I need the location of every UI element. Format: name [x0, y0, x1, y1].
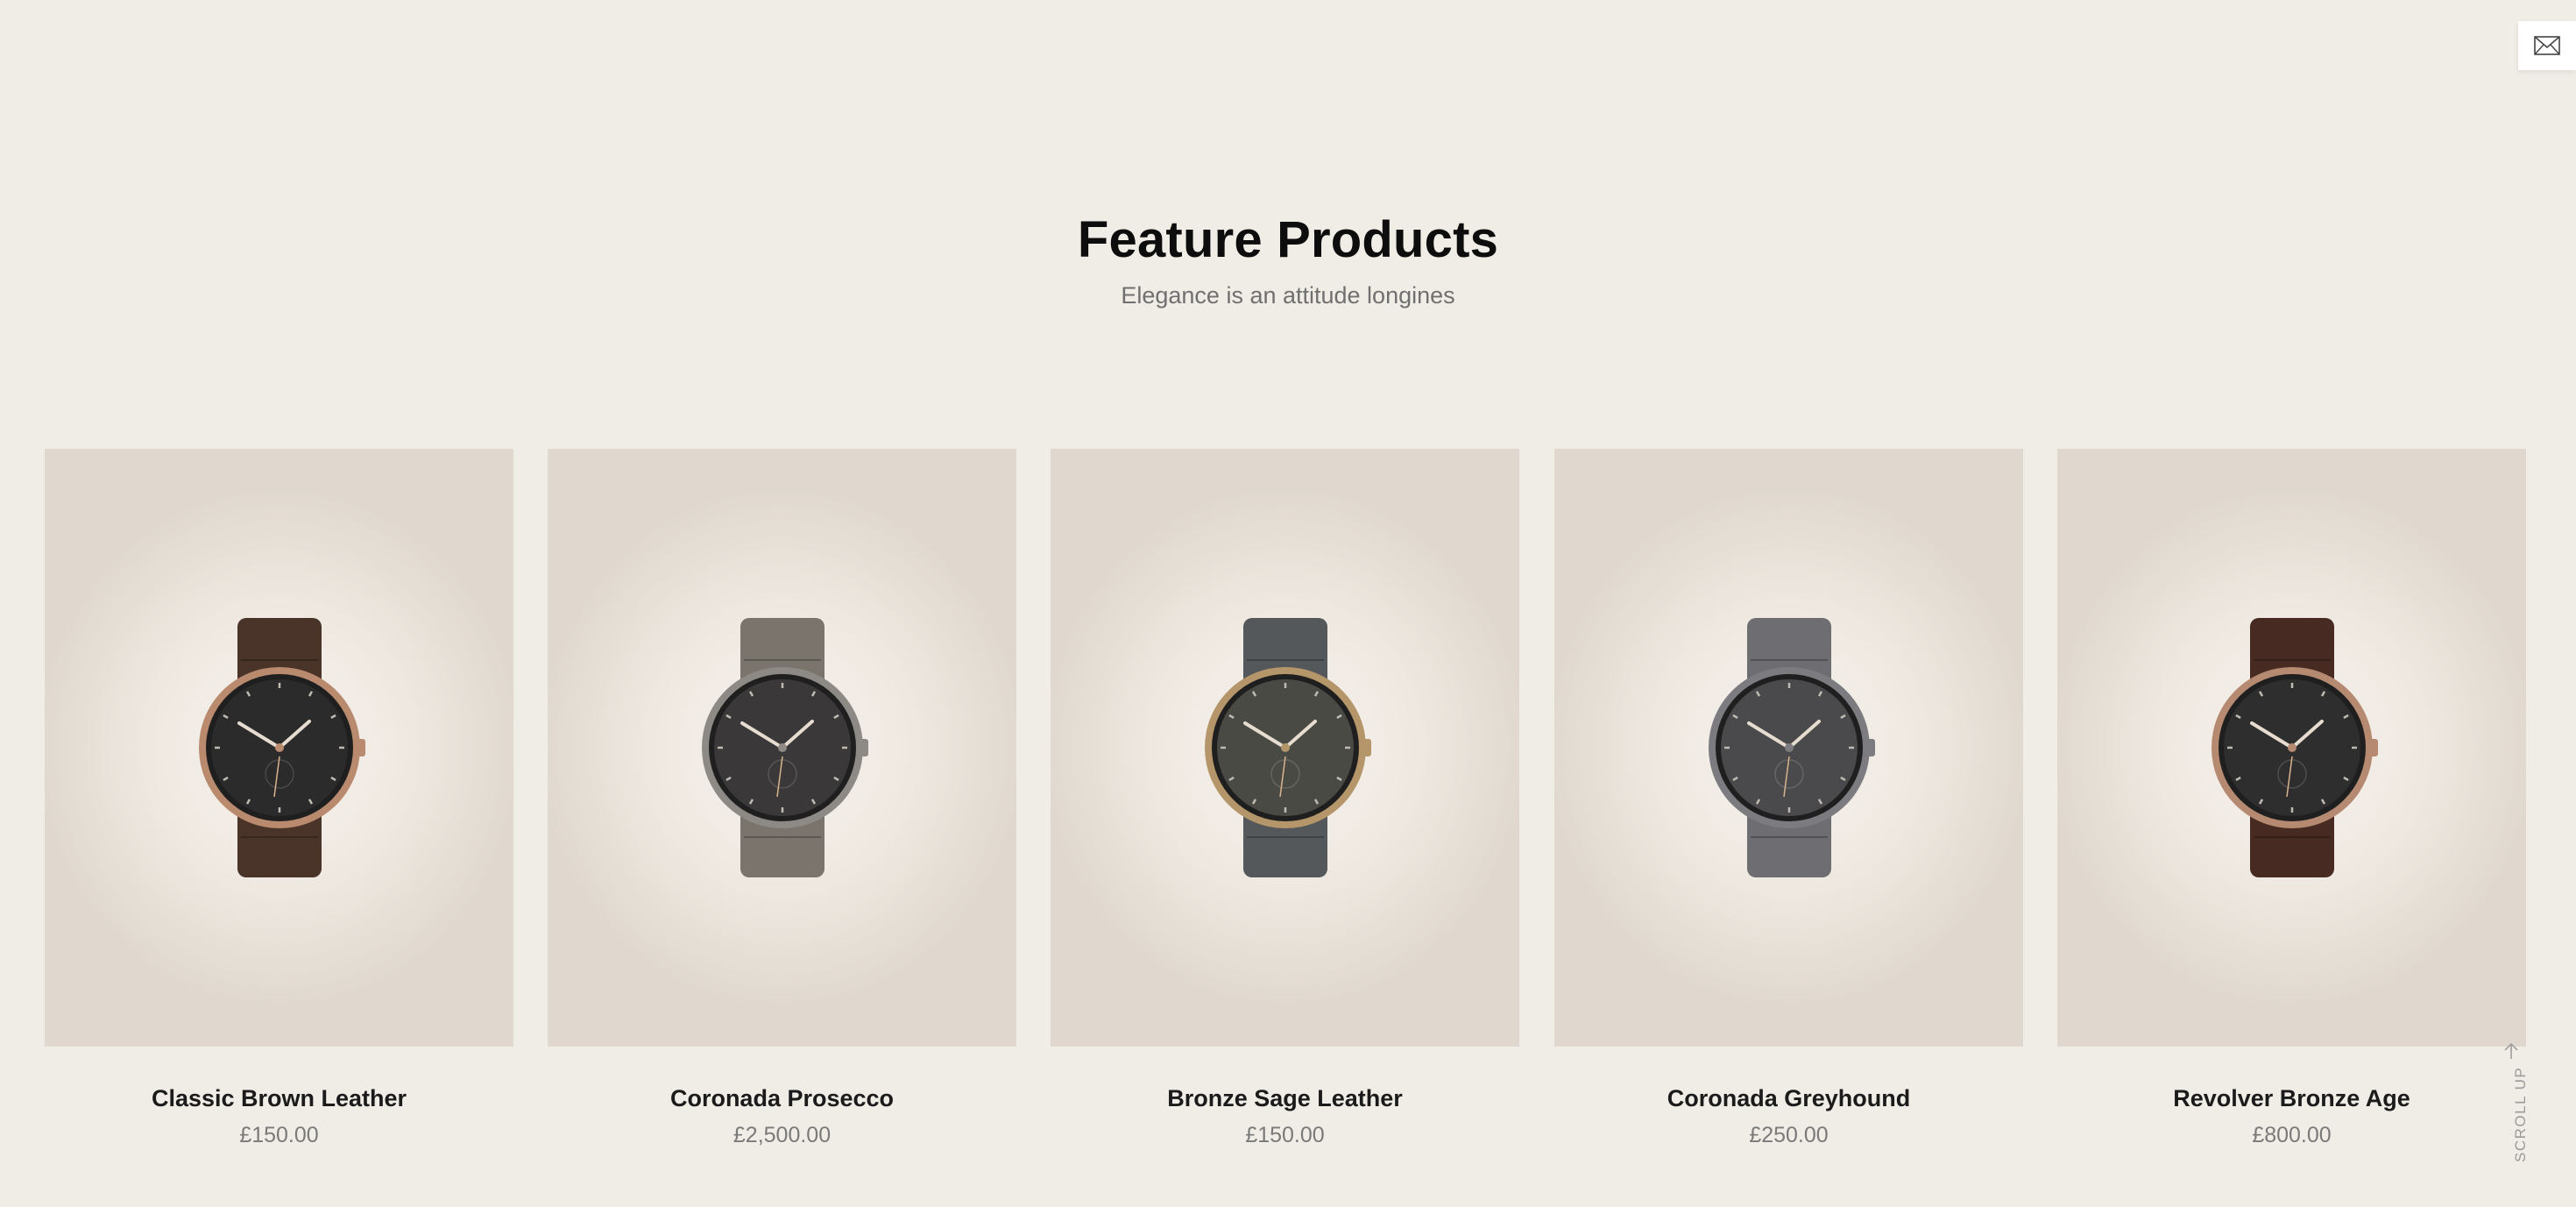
feature-products-page: Feature Products Elegance is an attitude…	[0, 0, 2576, 1207]
product-price: £800.00	[2252, 1123, 2332, 1147]
section-title: Feature Products	[1077, 211, 1499, 268]
product-price: £150.00	[1245, 1123, 1325, 1147]
product-card[interactable]: Coronada Prosecco £2,500.00	[548, 449, 1016, 1148]
product-name[interactable]: Coronada Greyhound	[1554, 1085, 2023, 1112]
product-name[interactable]: Coronada Prosecco	[548, 1085, 1016, 1112]
product-price: £2,500.00	[732, 1123, 832, 1147]
watch-image	[701, 618, 868, 877]
envelope-icon	[2534, 36, 2560, 55]
section-subtitle: Elegance is an attitude longines	[1121, 282, 1455, 309]
product-card[interactable]: Coronada Greyhound £250.00	[1554, 449, 2023, 1148]
product-image[interactable]	[1051, 449, 1519, 1047]
product-image[interactable]	[2057, 449, 2526, 1047]
product-name[interactable]: Revolver Bronze Age	[2057, 1085, 2526, 1112]
product-image[interactable]	[1554, 449, 2023, 1047]
product-price: £250.00	[1749, 1123, 1829, 1147]
product-name[interactable]: Bronze Sage Leather	[1051, 1085, 1519, 1112]
watch-image	[1204, 618, 1371, 877]
product-name[interactable]: Classic Brown Leather	[45, 1085, 513, 1112]
product-image[interactable]	[45, 449, 513, 1047]
scroll-up-label: SCROLL UP	[2512, 1066, 2529, 1162]
product-card[interactable]: Classic Brown Leather £150.00	[45, 449, 513, 1148]
product-card[interactable]: Bronze Sage Leather £150.00	[1051, 449, 1519, 1148]
watch-image	[1708, 618, 1875, 877]
product-image[interactable]	[548, 449, 1016, 1047]
product-card[interactable]: Revolver Bronze Age £800.00	[2057, 449, 2526, 1148]
mail-button[interactable]	[2518, 21, 2576, 70]
watch-image	[2211, 618, 2378, 877]
product-price: £150.00	[239, 1123, 319, 1147]
arrow-up-icon	[2504, 1042, 2518, 1059]
watch-image	[198, 618, 365, 877]
scroll-up-button[interactable]: SCROLL UP	[2493, 1041, 2531, 1164]
